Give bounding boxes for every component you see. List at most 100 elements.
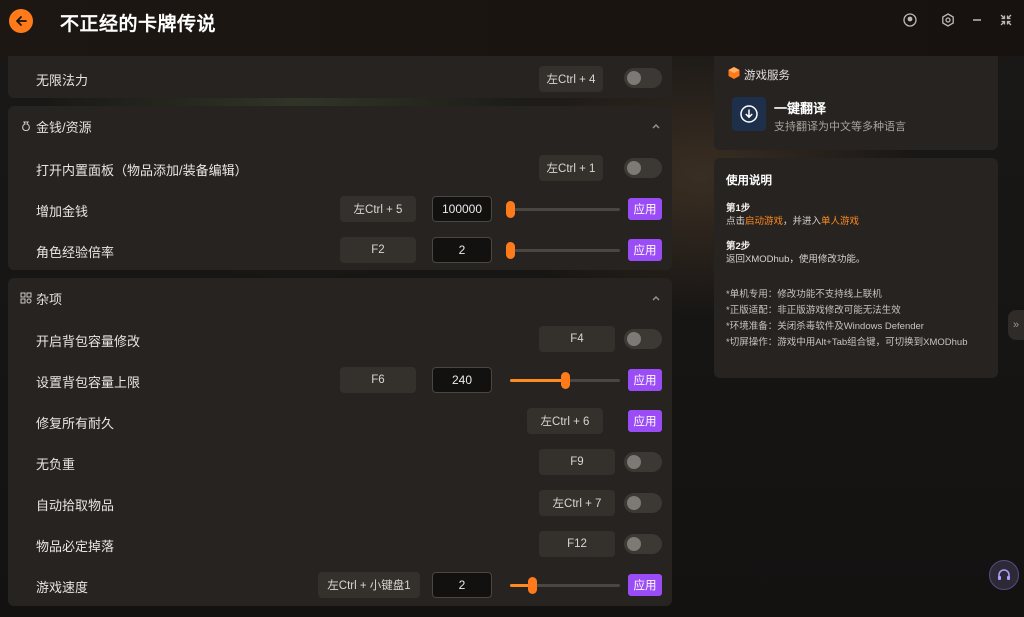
cheat-row: 角色经验倍率 F2 2 应用 [8, 230, 672, 270]
close-button[interactable] [998, 12, 1014, 28]
step-2-title: 第2步 [726, 241, 751, 252]
collapse-window-icon [1000, 14, 1012, 26]
apply-button[interactable]: 应用 [628, 410, 662, 432]
cheat-row: 设置背包容量上限 F6 240 应用 [8, 360, 672, 400]
download-circle-icon [740, 105, 758, 123]
chevron-up-icon[interactable] [650, 120, 662, 132]
value-slider[interactable] [510, 577, 620, 594]
cheat-row: 开启背包容量修改 F4 [8, 319, 672, 359]
slider-thumb[interactable] [528, 577, 537, 594]
settings-button[interactable] [940, 12, 956, 28]
toggle-switch[interactable] [624, 534, 662, 554]
row-label: 无限法力 [36, 73, 89, 88]
title-bar: 不正经的卡牌传说 [0, 0, 1024, 56]
chevron-up-icon[interactable] [650, 292, 662, 304]
toggle-switch[interactable] [624, 493, 662, 513]
value-input[interactable]: 2 [432, 572, 492, 598]
slider-thumb[interactable] [506, 242, 515, 259]
hotkey-button[interactable]: F2 [340, 237, 416, 263]
row-label: 打开内置面板（物品添加/装备编辑） [36, 163, 248, 178]
step-1-middle: ，并进入 [783, 216, 822, 227]
row-label: 无负重 [36, 457, 76, 472]
row-label: 设置背包容量上限 [36, 375, 141, 390]
row-label: 物品必定掉落 [36, 539, 115, 554]
step-1-title: 第1步 [726, 203, 751, 214]
launch-game-link[interactable]: 启动游戏 [745, 216, 783, 227]
minimize-button[interactable] [969, 12, 985, 28]
row-label: 角色经验倍率 [36, 245, 115, 260]
value-slider[interactable] [506, 242, 620, 259]
row-label: 修复所有耐久 [36, 416, 115, 431]
apply-button[interactable]: 应用 [628, 239, 662, 261]
usage-title: 使用说明 [726, 175, 772, 187]
apply-button[interactable]: 应用 [628, 369, 662, 391]
section-title: 杂项 [36, 291, 63, 307]
back-button[interactable] [9, 9, 33, 33]
hotkey-button[interactable]: 左Ctrl + 1 [539, 155, 603, 181]
service-title: 游戏服务 [744, 70, 790, 82]
section-header[interactable]: 杂项 [8, 278, 672, 318]
sidebar-expand-button[interactable]: » [1008, 310, 1024, 340]
row-label: 自动拾取物品 [36, 498, 115, 513]
hotkey-button[interactable]: 左Ctrl + 7 [539, 490, 615, 516]
step-1-text: 点击启动游戏，并进入单人游戏 [726, 213, 859, 227]
step-2-text: 返回XMODhub，使用修改功能。 [726, 254, 866, 265]
cheat-row: 自动拾取物品 左Ctrl + 7 [8, 483, 672, 523]
row-label: 增加金钱 [36, 204, 89, 219]
minimize-icon [973, 19, 981, 21]
row-label: 游戏速度 [36, 580, 89, 595]
slider-fill [510, 379, 565, 382]
note-item: *正版适配：非正版游戏修改可能无法生效 [726, 305, 901, 316]
slider-thumb[interactable] [506, 201, 515, 218]
translate-button[interactable] [732, 97, 766, 131]
hotkey-button[interactable]: F12 [539, 531, 615, 557]
hotkey-button[interactable]: F4 [539, 326, 615, 352]
toggle-switch[interactable] [624, 452, 662, 472]
hotkey-button[interactable]: 左Ctrl + 4 [539, 66, 603, 92]
value-input[interactable]: 100000 [432, 196, 492, 222]
cheat-row: 物品必定掉落 F12 [8, 524, 672, 564]
value-slider[interactable] [510, 372, 620, 389]
note-item: *切屏操作：游戏中用Alt+Tab组合键，可切换到XMODhub [726, 337, 968, 348]
cheat-row: 打开内置面板（物品添加/装备编辑） 左Ctrl + 1 [8, 148, 672, 188]
arrow-left-icon [16, 16, 27, 26]
cube-icon [728, 67, 740, 79]
user-button[interactable] [902, 12, 918, 28]
toggle-switch[interactable] [624, 158, 662, 178]
usage-panel: 使用说明 第1步 点击启动游戏，并进入单人游戏 第2步 返回XMODhub，使用… [714, 158, 998, 378]
translate-desc: 支持翻译为中文等多种语言 [774, 121, 906, 133]
hotkey-button[interactable]: F9 [539, 449, 615, 475]
headset-icon [998, 569, 1010, 580]
grid-icon [20, 292, 32, 304]
value-slider[interactable] [506, 201, 620, 218]
single-player-link[interactable]: 单人游戏 [821, 216, 859, 227]
chevron-double-right-icon: » [1012, 319, 1020, 331]
misc-section: 杂项 开启背包容量修改 F4 设置背包容量上限 F6 240 应用 修复所有耐久… [8, 278, 672, 606]
hotkey-button[interactable]: 左Ctrl + 5 [340, 196, 416, 222]
support-button[interactable] [989, 560, 1019, 590]
apply-button[interactable]: 应用 [628, 574, 662, 596]
slider-thumb[interactable] [561, 372, 570, 389]
translate-title[interactable]: 一键翻译 [774, 98, 826, 117]
cheat-row-infinite-mana: 无限法力 左Ctrl + 4 [8, 56, 672, 98]
section-header[interactable]: 金钱/资源 [8, 106, 672, 146]
value-input[interactable]: 240 [432, 367, 492, 393]
game-service-panel: 游戏服务 一键翻译 支持翻译为中文等多种语言 [714, 56, 998, 150]
cheat-row: 游戏速度 左Ctrl + 小键盘1 2 应用 [8, 565, 672, 605]
toggle-switch[interactable] [624, 329, 662, 349]
row-label: 开启背包容量修改 [36, 334, 141, 349]
cheat-row: 修复所有耐久 左Ctrl + 6 应用 [8, 401, 672, 441]
coin-bag-icon [22, 121, 30, 132]
hotkey-button[interactable]: 左Ctrl + 小键盘1 [318, 572, 420, 598]
apply-button[interactable]: 应用 [628, 198, 662, 220]
cheat-row: 增加金钱 左Ctrl + 5 100000 应用 [8, 189, 672, 229]
hotkey-button[interactable]: 左Ctrl + 6 [527, 408, 603, 434]
section-title: 金钱/资源 [36, 119, 92, 135]
settings-icon [942, 13, 954, 27]
hotkey-button[interactable]: F6 [340, 367, 416, 393]
toggle-switch[interactable] [624, 68, 662, 88]
note-item: *单机专用：修改功能不支持线上联机 [726, 289, 882, 300]
value-input[interactable]: 2 [432, 237, 492, 263]
page-title: 不正经的卡牌传说 [60, 14, 217, 35]
cheat-row: 无负重 F9 [8, 442, 672, 482]
